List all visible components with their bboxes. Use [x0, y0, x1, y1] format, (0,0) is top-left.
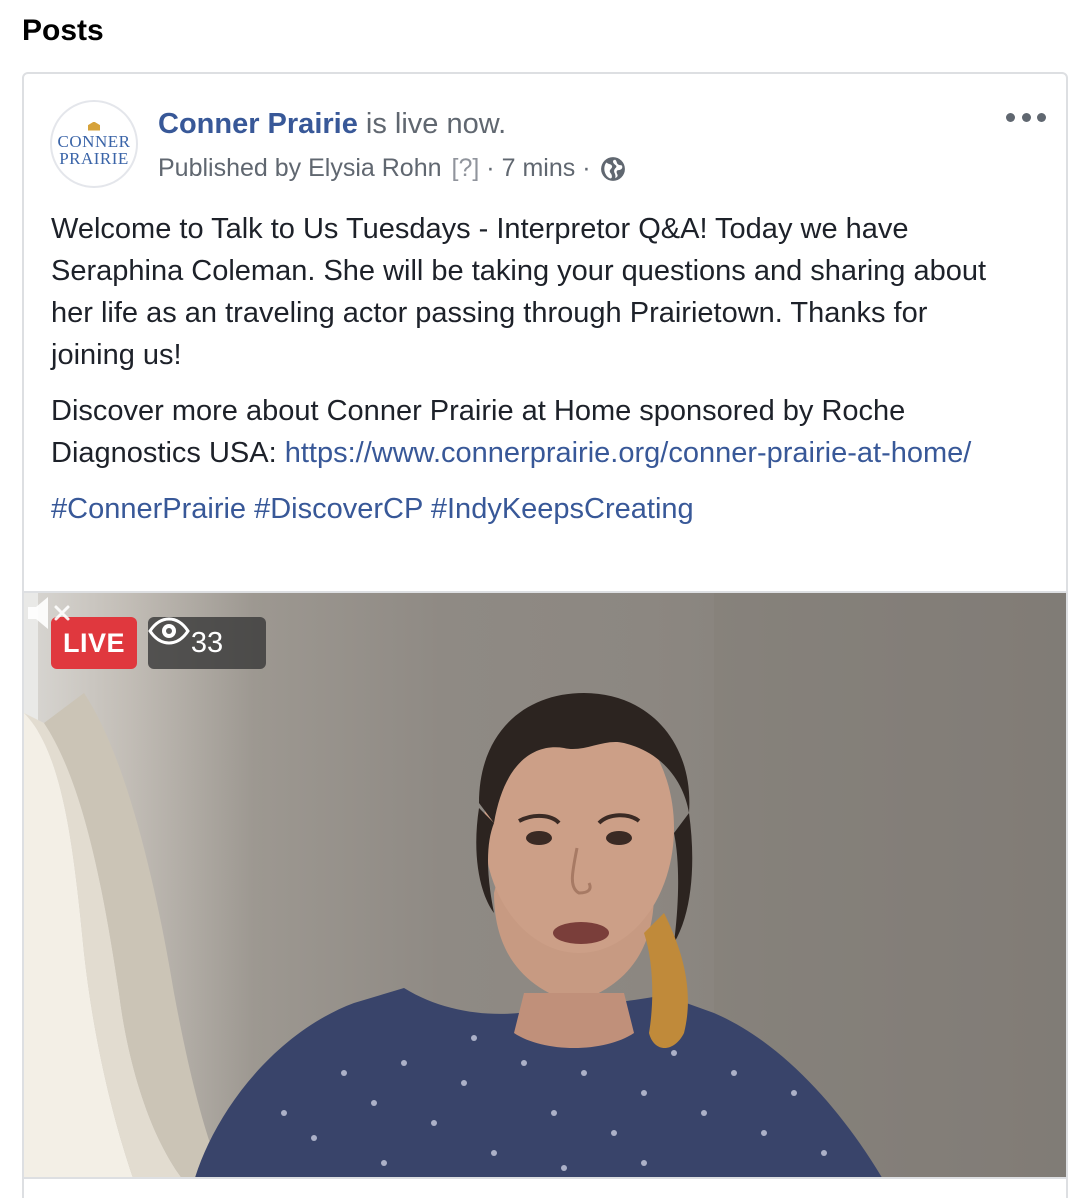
page-avatar[interactable]: CONNER PRAIRIE: [50, 100, 138, 188]
meta-separator: ·: [582, 154, 591, 182]
website-link[interactable]: https://www.connerprairie.org/conner-pra…: [285, 437, 972, 469]
post-card: CONNER PRAIRIE Conner Prairie is live no…: [22, 72, 1068, 1198]
meta-separator: ·: [486, 154, 495, 182]
post-meta: Published by Elysia Rohn [?] · 7 mins ·: [158, 154, 626, 183]
live-video-player[interactable]: LIVE 33: [24, 591, 1066, 1179]
post-paragraph: Welcome to Talk to Us Tuesdays - Interpr…: [51, 213, 987, 371]
post-timestamp[interactable]: 7 mins: [502, 154, 576, 183]
help-link[interactable]: [?]: [452, 154, 480, 183]
page-name-link[interactable]: Conner Prairie: [158, 108, 358, 140]
hashtag-link[interactable]: #ConnerPrairie: [51, 493, 246, 525]
live-status-text: is live now.: [357, 108, 507, 140]
globe-icon[interactable]: [600, 156, 626, 182]
post-header: CONNER PRAIRIE Conner Prairie is live no…: [24, 74, 1066, 194]
muted-speaker-icon[interactable]: [24, 593, 74, 633]
viewer-count: 33: [190, 626, 224, 659]
eye-icon: [148, 617, 190, 645]
video-frame: [24, 593, 1066, 1177]
post-headline: Conner Prairie is live now.: [158, 108, 506, 141]
more-options-icon[interactable]: [1006, 104, 1046, 130]
hashtag-list: #ConnerPrairie #DiscoverCP #IndyKeepsCre…: [51, 488, 1011, 530]
hashtag-link[interactable]: #DiscoverCP: [254, 493, 423, 525]
post-text: Welcome to Talk to Us Tuesdays - Interpr…: [51, 208, 1011, 544]
viewer-count-badge: 33: [148, 617, 266, 669]
building-logo-icon: [88, 121, 100, 131]
avatar-logo-line2: PRAIRIE: [59, 148, 129, 168]
post-paragraph: Discover more about Conner Prairie at Ho…: [51, 390, 1011, 474]
section-title: Posts: [22, 14, 104, 47]
avatar-logo-line1: CONNER: [57, 131, 131, 151]
published-by: Published by Elysia Rohn: [158, 154, 442, 182]
hashtag-link[interactable]: #IndyKeepsCreating: [431, 493, 694, 525]
